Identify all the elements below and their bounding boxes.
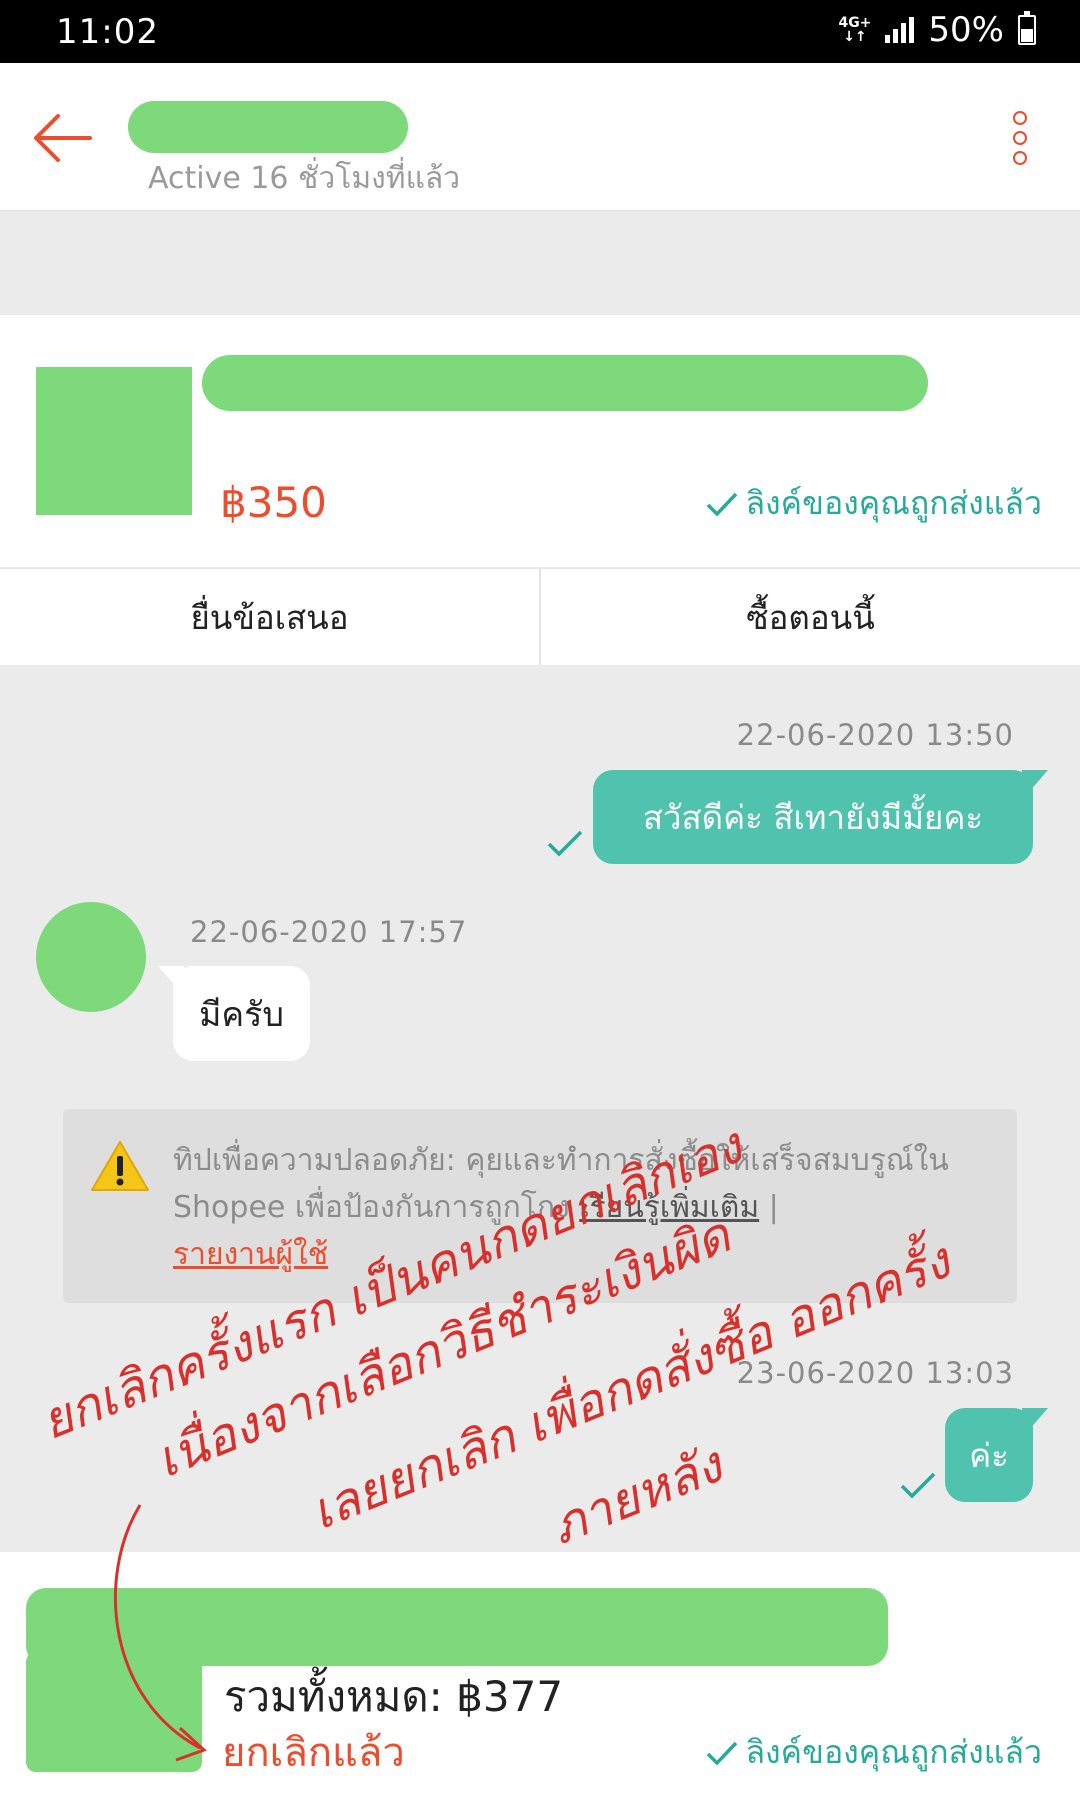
redacted-product-title	[202, 355, 928, 411]
redacted-contact-name	[128, 101, 408, 153]
back-arrow-icon[interactable]	[30, 111, 94, 165]
bubble-tail	[1022, 770, 1048, 800]
check-icon	[707, 492, 738, 517]
message-text: มีครับ	[199, 994, 284, 1035]
message-text: ค่ะ	[969, 1435, 1009, 1475]
status-indicators: 4G+ ↓↑ 50%	[838, 10, 1036, 50]
make-offer-button[interactable]: ยื่นข้อเสนอ	[0, 569, 541, 665]
safety-tip-text: ทิปเพื่อความปลอดภัย: คุยและทำการสั่งซื้อ…	[173, 1143, 949, 1272]
product-price: ฿350	[220, 478, 327, 527]
header-spacer	[0, 211, 1080, 315]
link-sent-label: ลิงค์ของคุณถูกส่งแล้ว	[745, 1733, 1042, 1771]
redacted-product-image	[36, 367, 192, 515]
read-check-icon	[900, 1472, 936, 1499]
buy-now-button[interactable]: ซื้อตอนนี้	[541, 569, 1080, 665]
product-actions: ยื่นข้อเสนอ ซื้อตอนนี้	[0, 568, 1080, 665]
battery-icon	[1018, 11, 1036, 45]
outgoing-message-bubble[interactable]: ค่ะ	[945, 1408, 1033, 1502]
status-time: 11:02	[56, 12, 159, 52]
product-card[interactable]: ฿350 ลิงค์ของคุณถูกส่งแล้ว	[0, 315, 1080, 567]
order-status: ยกเลิกแล้ว	[222, 1730, 405, 1776]
report-user-link[interactable]: รายงานผู้ใช้	[173, 1237, 328, 1272]
warning-icon	[91, 1141, 149, 1191]
message-timestamp: 22-06-2020 13:50	[736, 718, 1014, 752]
check-icon	[707, 1741, 738, 1766]
link-sent-label: ลิงค์ของคุณถูกส่งแล้ว	[745, 484, 1042, 522]
chat-header: Active 16 ชั่วโมงที่แล้ว	[0, 63, 1080, 211]
battery-percent: 50%	[928, 10, 1004, 50]
message-timestamp: 23-06-2020 13:03	[736, 1356, 1014, 1390]
outgoing-message-bubble[interactable]: สวัสดีค่ะ สีเทายังมีมั้ยคะ	[593, 770, 1033, 864]
active-status: Active 16 ชั่วโมงที่แล้ว	[148, 161, 461, 196]
message-text: สวัสดีค่ะ สีเทายังมีมั้ยคะ	[642, 797, 984, 837]
link-sent-status: ลิงค์ของคุณถูกส่งแล้ว	[705, 1727, 1042, 1778]
status-bar: 11:02 4G+ ↓↑ 50%	[0, 0, 1080, 63]
read-check-icon	[547, 830, 583, 857]
more-options-icon[interactable]	[1010, 111, 1030, 171]
order-card[interactable]: รวมทั้งหมด: ฿377 ยกเลิกแล้ว ลิงค์ของคุณถ…	[0, 1552, 1080, 1796]
message-timestamp: 22-06-2020 17:57	[190, 915, 468, 949]
bubble-tail	[1022, 1408, 1048, 1438]
safety-tip-banner: ทิปเพื่อความปลอดภัย: คุยและทำการสั่งซื้อ…	[63, 1109, 1017, 1303]
link-sent-status: ลิงค์ของคุณถูกส่งแล้ว	[705, 478, 1042, 529]
redacted-avatar[interactable]	[36, 902, 146, 1012]
network-icon: 4G+ ↓↑	[838, 15, 872, 45]
learn-more-link[interactable]: เรียนรู้เพิ่มเติม	[579, 1190, 759, 1225]
redacted-order-image	[26, 1652, 202, 1772]
annotation-line: ภายหลัง	[543, 1434, 733, 1556]
signal-icon	[885, 17, 915, 43]
incoming-message-bubble[interactable]: มีครับ	[173, 966, 310, 1061]
